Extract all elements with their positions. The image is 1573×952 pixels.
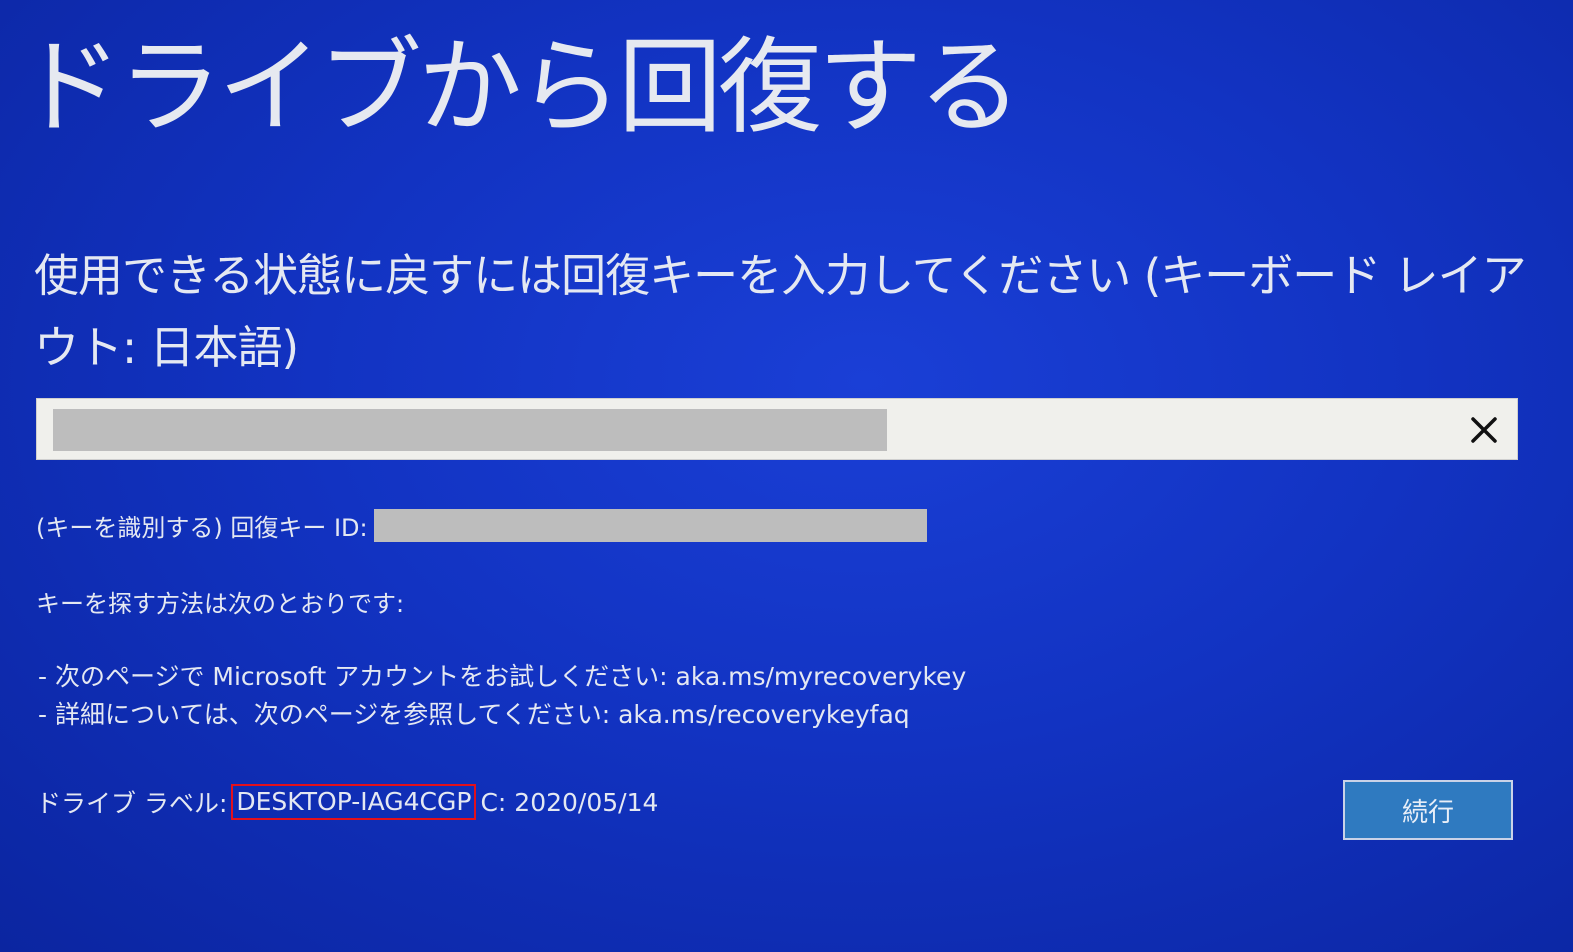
recovery-instruction: 使用できる状態に戻すには回復キーを入力してください (キーボード レイアウト: … xyxy=(34,249,1527,374)
help-item-myrecoverykey: - 次のページで Microsoft アカウントをお試しください: aka.ms… xyxy=(38,662,967,691)
recovery-key-id-row: (キーを識別する) 回復キー ID: xyxy=(36,508,927,542)
recovery-key-input[interactable] xyxy=(53,409,887,451)
recovery-key-id-label: (キーを識別する) 回復キー ID: xyxy=(36,513,368,542)
recovery-key-field xyxy=(36,398,1518,460)
page-title: ドライブから回復する xyxy=(18,26,1022,148)
help-item-recoverykeyfaq: - 詳細については、次のページを参照してください: aka.ms/recover… xyxy=(38,700,910,729)
drive-name-highlighted: DESKTOP-IAG4CGP xyxy=(231,784,477,820)
drive-info: C: 2020/05/14 xyxy=(480,787,659,817)
recovery-key-id-value xyxy=(373,508,927,542)
continue-button[interactable]: 続行 xyxy=(1343,780,1513,840)
drive-label: ドライブ ラベル: xyxy=(36,789,228,818)
help-heading: キーを探す方法は次のとおりです: xyxy=(36,590,405,618)
help-list: - 次のページで Microsoft アカウントをお試しください: aka.ms… xyxy=(38,658,966,734)
drive-label-row: ドライブ ラベル: DESKTOP-IAG4CGP C: 2020/05/14 xyxy=(36,784,658,820)
close-icon[interactable] xyxy=(1465,411,1503,449)
